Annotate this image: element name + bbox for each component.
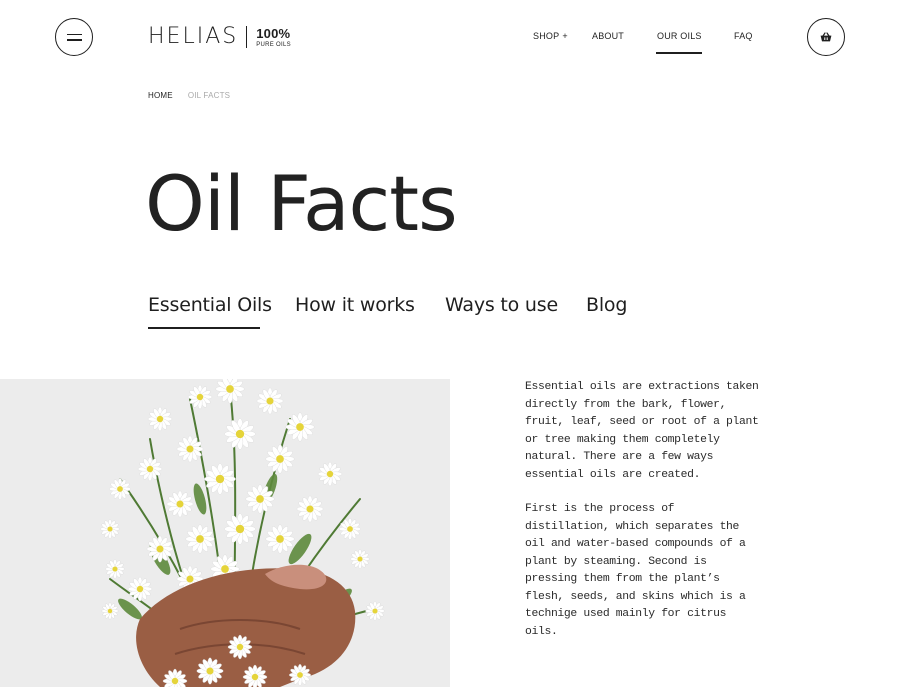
daisy-flower — [285, 412, 315, 442]
breadcrumb: HOME OIL FACTS — [148, 91, 230, 100]
tab-essential-oils[interactable]: Essential Oils — [148, 294, 272, 316]
basket-icon — [820, 32, 832, 42]
nav-item-faq[interactable]: FAQ — [734, 31, 753, 41]
essential-oils-description: Essential oils are extractions taken dir… — [525, 379, 760, 641]
daisy-flower — [105, 559, 125, 579]
breadcrumb-home-link[interactable]: HOME — [148, 91, 173, 100]
daisy-flower — [224, 418, 256, 450]
hand-shape — [136, 564, 356, 687]
nav-shop-label: SHOP — [533, 31, 560, 41]
daisy-flower — [350, 549, 370, 569]
daisy-flower — [166, 490, 194, 518]
daisy-flower — [256, 387, 284, 415]
daisy-flower — [127, 576, 153, 602]
daisy-flower — [146, 535, 174, 563]
daisy-flower — [101, 602, 119, 620]
daisy-bouquet-image — [100, 379, 385, 687]
daisy-flower — [215, 379, 245, 404]
nav-active-underline — [656, 52, 702, 54]
daisy-flower — [137, 456, 163, 482]
daisy-flower — [365, 601, 385, 621]
nav-item-shop[interactable]: SHOP + — [533, 31, 568, 41]
cart-button[interactable] — [807, 18, 845, 56]
daisy-flower — [317, 461, 343, 487]
plus-icon: + — [562, 31, 568, 41]
nav-item-about[interactable]: ABOUT — [592, 31, 624, 41]
paragraph-methods: First is the process of distillation, wh… — [525, 503, 746, 638]
tab-active-underline — [148, 327, 260, 329]
tab-blog[interactable]: Blog — [586, 294, 627, 316]
daisy-flower — [176, 435, 204, 463]
daisy-flower — [147, 406, 173, 432]
hero-image — [0, 379, 450, 687]
daisy-flower — [296, 495, 324, 523]
main-nav: SHOP + ABOUT OUR OILS FAQ — [0, 31, 900, 55]
daisy-flower — [265, 524, 295, 554]
tab-how-it-works[interactable]: How it works — [295, 294, 415, 316]
page-title: Oil Facts — [145, 159, 458, 248]
paragraph-intro: Essential oils are extractions taken dir… — [525, 381, 759, 481]
daisy-flower — [265, 444, 295, 474]
daisy-flower — [204, 463, 236, 495]
daisy-flower — [185, 524, 215, 554]
daisy-flower — [100, 519, 120, 539]
daisy-flower — [224, 513, 256, 545]
daisy-flower — [108, 477, 132, 501]
nav-item-our-oils[interactable]: OUR OILS — [657, 31, 702, 41]
tab-ways-to-use[interactable]: Ways to use — [445, 294, 558, 316]
breadcrumb-current: OIL FACTS — [187, 91, 231, 100]
